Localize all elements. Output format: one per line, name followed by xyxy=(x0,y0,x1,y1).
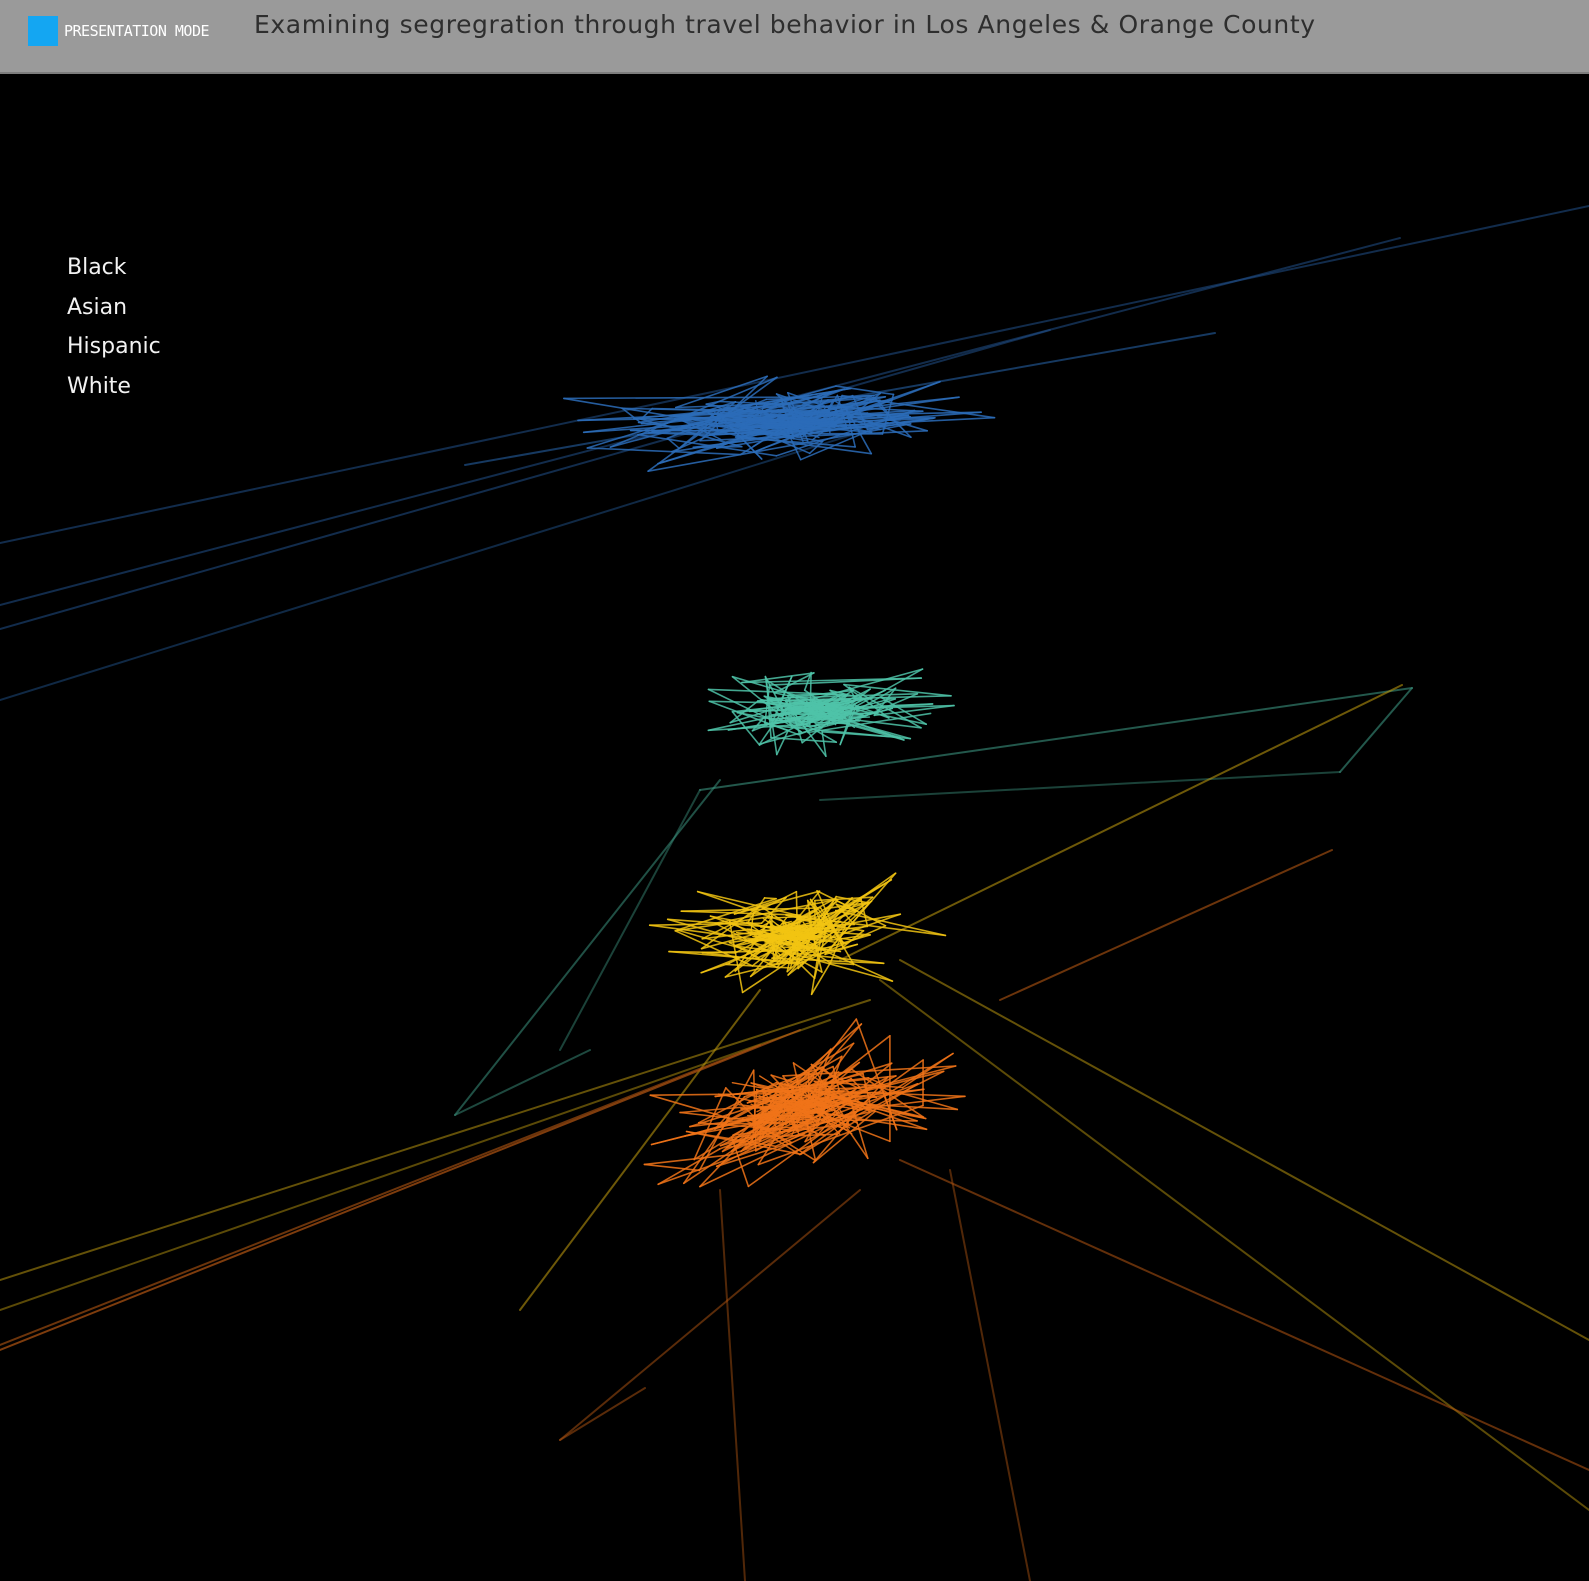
top-bar: PRESENTATION MODE Examining segregration… xyxy=(0,0,1589,74)
long-trajectory-white xyxy=(999,849,1333,1001)
travel-trajectories-visualization[interactable] xyxy=(0,76,1589,1581)
long-trajectory-white xyxy=(719,1189,746,1581)
long-trajectory-asian xyxy=(819,771,1341,801)
long-trajectory-white xyxy=(899,1159,1589,1471)
trajectory-segment-white xyxy=(901,1052,954,1089)
cluster-hispanic xyxy=(648,872,947,996)
page-title: Examining segregration through travel be… xyxy=(254,10,1316,39)
legend-item-black[interactable]: Black xyxy=(67,248,161,288)
long-trajectory-black xyxy=(0,419,901,701)
long-trajectory-white xyxy=(0,1029,801,1351)
trajectory-core-hispanic xyxy=(732,929,747,932)
legend: Black Asian Hispanic White xyxy=(67,248,161,406)
long-trajectory-white xyxy=(949,1169,1031,1581)
long-trajectory-white xyxy=(559,1387,646,1441)
long-trajectory-hispanic xyxy=(899,959,1589,1341)
trajectory-segment-white xyxy=(752,1069,757,1152)
long-trajectory-hispanic xyxy=(839,684,1403,961)
legend-item-white[interactable]: White xyxy=(67,367,161,407)
legend-item-hispanic[interactable]: Hispanic xyxy=(67,327,161,367)
cluster-asian xyxy=(707,668,955,758)
long-trajectory-white xyxy=(0,1044,761,1346)
trajectory-clusters xyxy=(563,375,996,1188)
cluster-white xyxy=(643,1018,966,1188)
legend-item-asian[interactable]: Asian xyxy=(67,288,161,328)
long-trajectory-asian xyxy=(454,779,721,1116)
presentation-mode-label: PRESENTATION MODE xyxy=(64,22,210,40)
app-window: PRESENTATION MODE Examining segregration… xyxy=(0,0,1589,1581)
presentation-mode-icon[interactable] xyxy=(28,16,58,46)
trajectory-segment-black xyxy=(586,447,742,456)
trajectory-segment-white xyxy=(649,1093,765,1096)
presentation-mode-toggle[interactable]: PRESENTATION MODE xyxy=(28,16,210,46)
long-trajectory-white xyxy=(559,1189,861,1441)
long-trajectory-asian xyxy=(1339,687,1413,773)
long-trajectory-black xyxy=(0,205,1589,544)
long-trajectory-asian xyxy=(454,1049,591,1116)
long-trajectory-hispanic xyxy=(879,979,1589,1511)
